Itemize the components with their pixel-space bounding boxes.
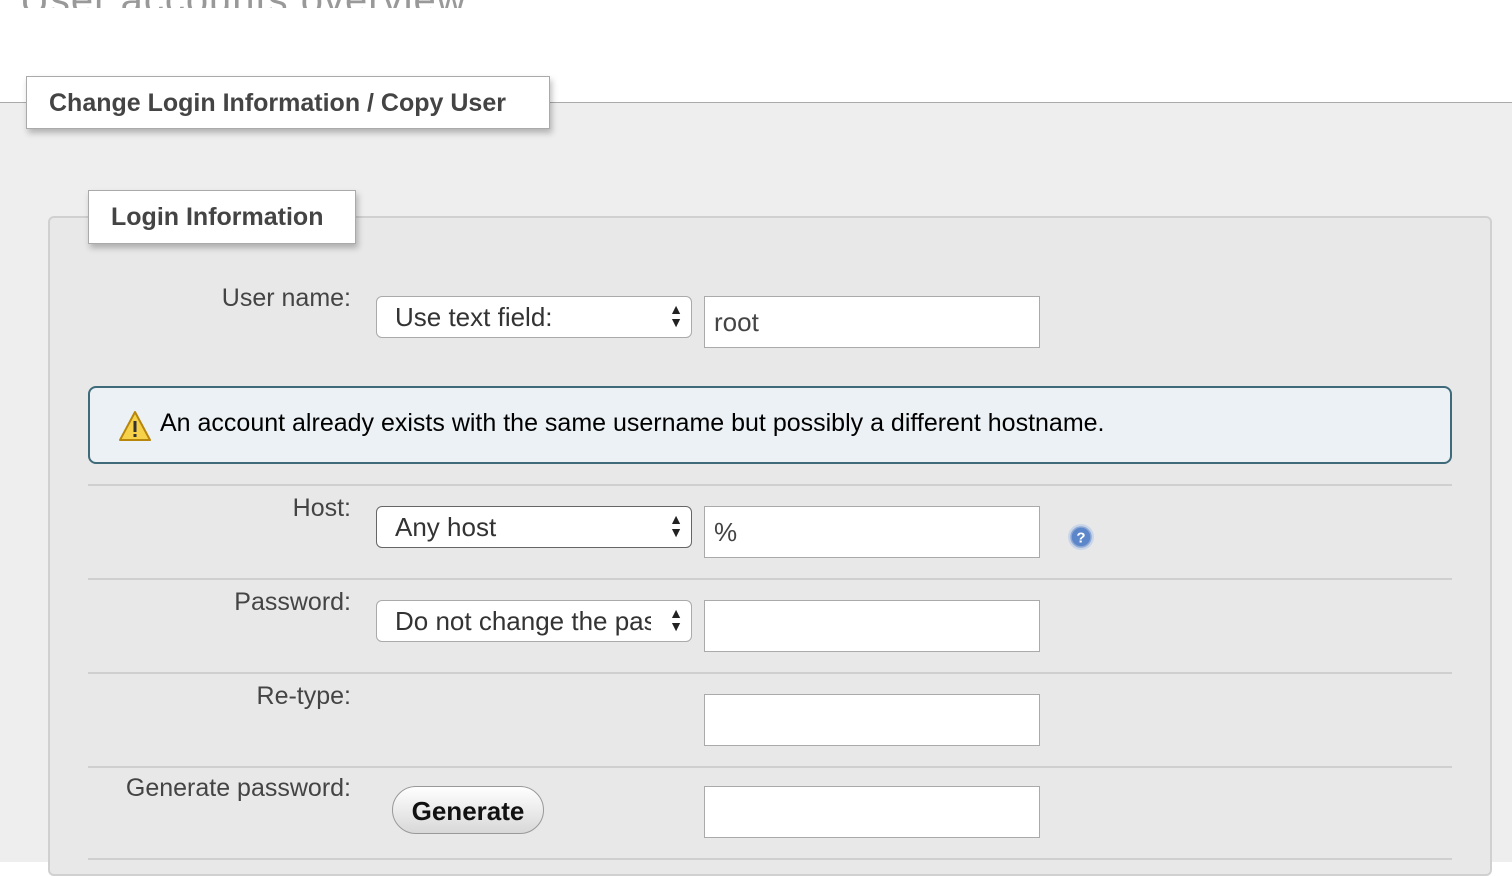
host-label: Host: <box>292 494 351 522</box>
retype-label: Re-type: <box>256 682 351 710</box>
username-type-select[interactable]: Use text field: ▲ ▼ <box>376 296 692 338</box>
username-input[interactable] <box>704 296 1040 348</box>
host-type-value: Any host <box>395 512 497 542</box>
username-type-value: Use text field: <box>395 302 553 332</box>
page-heading: User accounts overview <box>20 0 467 8</box>
select-arrows-icon: ▲ ▼ <box>669 301 683 330</box>
select-arrows-icon: ▲ ▼ <box>669 511 683 540</box>
password-type-select[interactable]: Do not change the password ▲▼ <box>376 600 692 642</box>
username-label: User name: <box>221 284 351 312</box>
host-input[interactable] <box>704 506 1040 558</box>
generated-password-input[interactable] <box>704 786 1040 838</box>
generate-password-label: Generate password: <box>125 774 351 802</box>
row-divider <box>88 766 1452 768</box>
generate-button[interactable]: Generate <box>392 786 544 834</box>
select-arrows-icon: ▲ ▼ <box>669 605 683 634</box>
password-input[interactable] <box>704 600 1040 652</box>
change-login-legend: Change Login Information / Copy User <box>26 76 550 129</box>
row-divider <box>88 858 1452 860</box>
help-icon[interactable]: ? <box>1066 522 1096 552</box>
svg-text:?: ? <box>1076 530 1085 547</box>
retype-input[interactable] <box>704 694 1040 746</box>
password-type-value: Do not change the password <box>395 606 651 636</box>
warning-icon <box>119 411 151 441</box>
host-type-select[interactable]: Any host ▲ ▼ <box>376 506 692 548</box>
username-exists-notice: An account already exists with the same … <box>88 386 1452 464</box>
row-divider <box>88 484 1452 486</box>
password-label: Password: <box>234 588 351 616</box>
row-divider <box>88 578 1452 580</box>
login-information-legend: Login Information <box>88 190 356 244</box>
notice-text: An account already exists with the same … <box>160 409 1105 437</box>
row-divider <box>88 672 1452 674</box>
